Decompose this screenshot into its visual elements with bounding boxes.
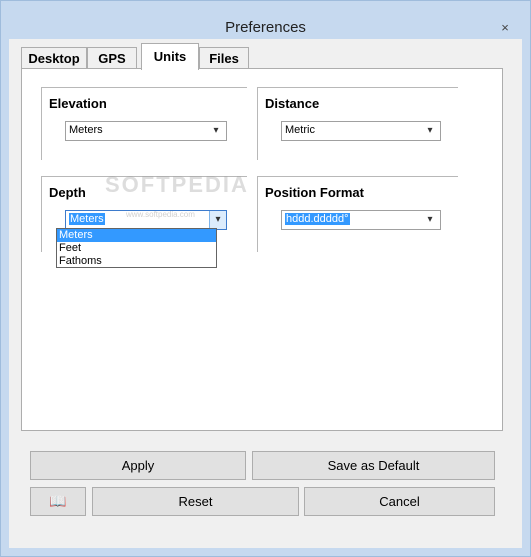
help-button[interactable]: 📖 <box>30 487 86 516</box>
position-format-group-title: Position Format <box>265 185 364 200</box>
tab-units[interactable]: Units <box>141 43 199 70</box>
distance-select[interactable]: Metric ▾ <box>281 121 441 141</box>
elevation-select-value: Meters <box>69 124 103 136</box>
cancel-button[interactable]: Cancel <box>304 487 495 516</box>
dropdown-option-meters[interactable]: Meters <box>57 229 216 242</box>
reset-button[interactable]: Reset <box>92 487 299 516</box>
softpedia-watermark: SOFTPEDIA <box>105 172 249 197</box>
tab-gps[interactable]: GPS <box>87 47 137 69</box>
elevation-select[interactable]: Meters ▾ <box>65 121 227 141</box>
distance-group: Distance Metric ▾ <box>257 87 458 160</box>
chevron-down-icon: ▾ <box>209 211 226 229</box>
position-format-group: Position Format hddd.ddddd° ▾ <box>257 176 458 252</box>
position-format-select-value: hddd.ddddd° <box>285 213 350 225</box>
elevation-group-title: Elevation <box>49 96 107 111</box>
dropdown-option-fathoms[interactable]: Fathoms <box>57 255 216 268</box>
book-icon: 📖 <box>49 493 67 509</box>
dialog-client-area: Desktop GPS Units Files Elevation Meters… <box>9 39 522 548</box>
title-bar[interactable]: Preferences × <box>1 1 530 39</box>
close-button[interactable]: × <box>492 18 518 38</box>
preferences-window: Preferences × Desktop GPS Units Files El… <box>0 0 531 557</box>
dropdown-option-feet[interactable]: Feet <box>57 242 216 255</box>
close-icon: × <box>501 20 509 35</box>
chevron-down-icon: ▾ <box>427 125 433 136</box>
save-as-default-button[interactable]: Save as Default <box>252 451 495 480</box>
position-format-select[interactable]: hddd.ddddd° ▾ <box>281 210 441 230</box>
depth-dropdown-list: Meters Feet Fathoms <box>56 228 217 268</box>
elevation-group: Elevation Meters ▾ <box>41 87 247 160</box>
softpedia-watermark-url: www.softpedia.com <box>126 210 195 219</box>
window-title: Preferences <box>225 19 306 36</box>
tab-desktop[interactable]: Desktop <box>21 47 87 69</box>
distance-group-title: Distance <box>265 96 320 111</box>
depth-group-title: Depth <box>49 185 86 200</box>
tab-files[interactable]: Files <box>199 47 249 69</box>
chevron-down-icon: ▾ <box>213 125 219 136</box>
distance-select-value: Metric <box>285 124 315 136</box>
depth-select-value: Meters <box>69 213 105 225</box>
chevron-down-icon: ▾ <box>427 214 433 225</box>
apply-button[interactable]: Apply <box>30 451 246 480</box>
